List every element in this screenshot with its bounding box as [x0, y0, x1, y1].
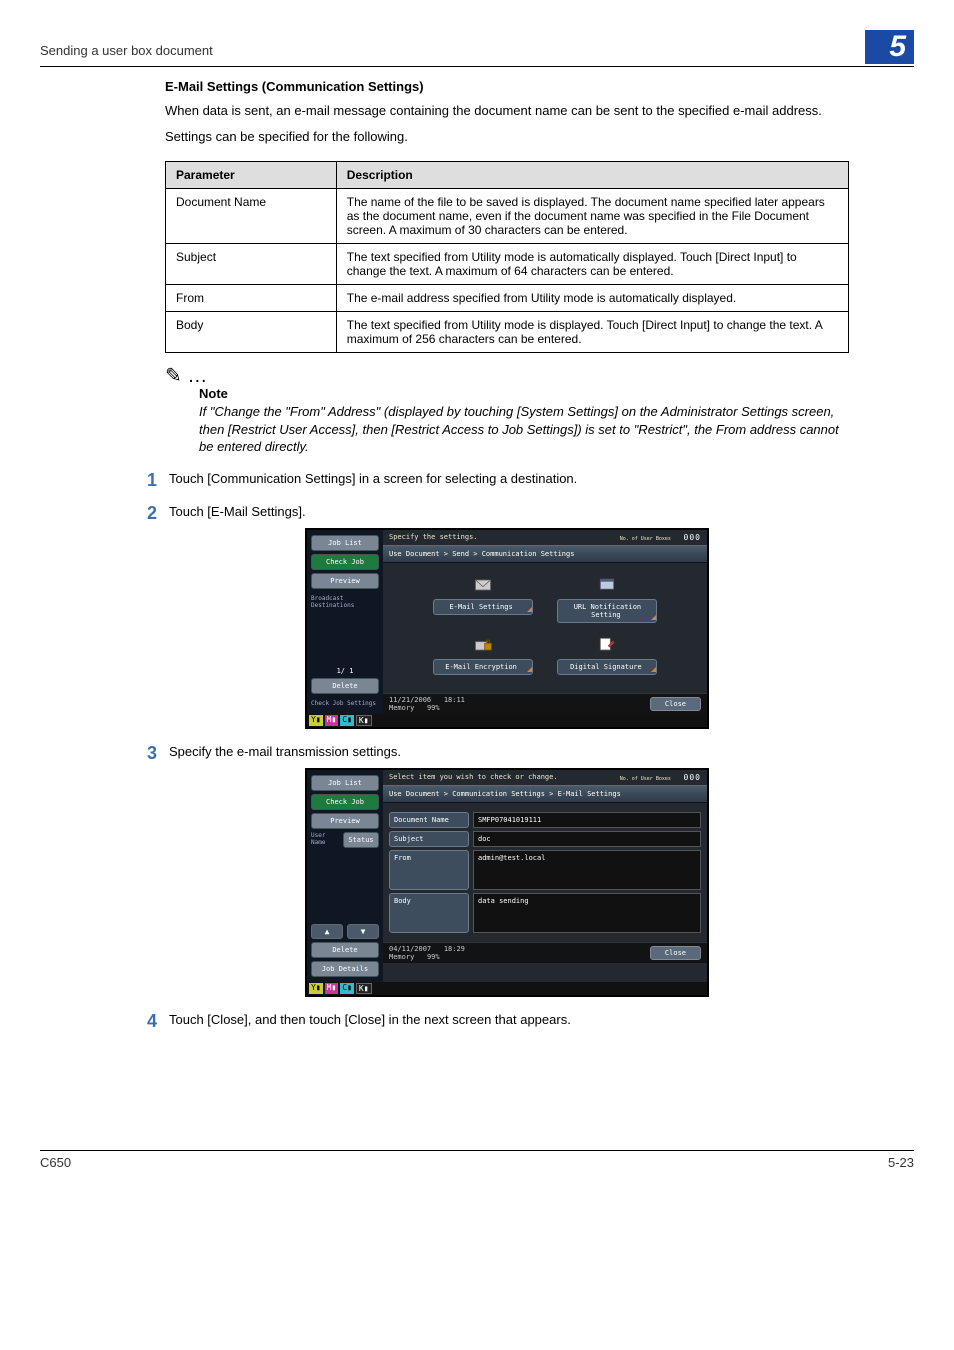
table-row: Document NameThe name of the file to be …: [166, 189, 849, 244]
note-label: Note: [199, 386, 849, 401]
screen-comm-settings: Job List Check Job Preview Broadcast Des…: [305, 528, 709, 729]
job-details-button[interactable]: Job Details: [311, 961, 379, 977]
footer-model: C650: [40, 1155, 71, 1170]
param-table: Parameter Description Document NameThe n…: [165, 161, 849, 353]
check-job-settings[interactable]: Check Job Settings: [311, 700, 379, 707]
step-3: Specify the e-mail transmission settings…: [169, 743, 849, 762]
user-name-col: User Name: [311, 832, 341, 848]
document-name-value: SMFP07041019111: [473, 812, 701, 828]
instruction-text: Specify the settings.: [389, 533, 478, 541]
page-indicator: 1/ 1: [309, 667, 381, 675]
foot-date: 11/21/2006: [389, 696, 431, 704]
screen-email-settings: Job List Check Job Preview User Name Sta…: [305, 768, 709, 997]
chapter-num: 5: [865, 30, 914, 64]
counter: 000: [684, 773, 701, 782]
up-button[interactable]: ▲: [311, 924, 343, 939]
breadcrumb: Use Document > Send > Communication Sett…: [383, 545, 707, 563]
from-value: admin@test.local: [473, 850, 701, 890]
foot-date: 04/11/2007: [389, 945, 431, 953]
status-col[interactable]: Status: [343, 832, 379, 848]
down-button[interactable]: ▼: [347, 924, 379, 939]
foot-mempct: 99%: [427, 953, 440, 961]
toner-statusbar: Y▮M▮C▮K▮: [307, 714, 707, 727]
document-name-button[interactable]: Document Name: [389, 812, 469, 828]
foot-mempct: 99%: [427, 704, 440, 712]
toner-statusbar: Y▮M▮C▮K▮: [307, 982, 707, 995]
step-num-4: 4: [127, 1011, 157, 1030]
step-num-3: 3: [127, 743, 157, 762]
subject-button[interactable]: Subject: [389, 831, 469, 847]
intro-2: Settings can be specified for the follow…: [165, 128, 849, 146]
broadcast-dest-label: Broadcast Destinations: [311, 595, 379, 609]
delete-button[interactable]: Delete: [311, 942, 379, 958]
note-text: If "Change the "From" Address" (displaye…: [199, 403, 849, 456]
note-icon: ✎ …: [165, 365, 207, 387]
step-num-1: 1: [127, 470, 157, 489]
url-notification-button[interactable]: URL Notification Setting: [557, 599, 657, 623]
from-button[interactable]: From: [389, 850, 469, 890]
table-row: FromThe e-mail address specified from Ut…: [166, 285, 849, 312]
counter-label: No. of User Boxes: [620, 776, 671, 782]
body-button[interactable]: Body: [389, 893, 469, 933]
email-settings-button[interactable]: E-Mail Settings: [433, 599, 533, 615]
email-encryption-button[interactable]: E-Mail Encryption: [433, 659, 533, 675]
lock-mail-icon: [472, 635, 494, 655]
digital-signature-button[interactable]: Digital Signature: [557, 659, 657, 675]
th-description: Description: [336, 162, 848, 189]
body-value: data sending: [473, 893, 701, 933]
check-job-button[interactable]: Check Job: [311, 794, 379, 810]
footer-page: 5-23: [888, 1155, 914, 1170]
preview-button[interactable]: Preview: [311, 573, 379, 589]
step-1: Touch [Communication Settings] in a scre…: [169, 470, 849, 489]
running-head: Sending a user box document: [40, 43, 213, 64]
job-list-button[interactable]: Job List: [311, 535, 379, 551]
url-icon: [596, 575, 618, 595]
instruction-text: Select item you wish to check or change.: [389, 773, 558, 781]
counter-label: No. of User Boxes: [620, 536, 671, 542]
th-parameter: Parameter: [166, 162, 337, 189]
signature-icon: [596, 635, 618, 655]
section-title: E-Mail Settings (Communication Settings): [165, 79, 849, 94]
mail-icon: [472, 575, 494, 595]
table-row: BodyThe text specified from Utility mode…: [166, 312, 849, 353]
step-2: Touch [E-Mail Settings].: [169, 503, 849, 522]
foot-time: 18:11: [444, 696, 465, 704]
preview-button[interactable]: Preview: [311, 813, 379, 829]
foot-time: 18:29: [444, 945, 465, 953]
breadcrumb: Use Document > Communication Settings > …: [383, 785, 707, 803]
job-list-button[interactable]: Job List: [311, 775, 379, 791]
foot-mem: Memory: [389, 704, 414, 712]
counter: 000: [684, 533, 701, 542]
delete-button[interactable]: Delete: [311, 678, 379, 694]
step-4: Touch [Close], and then touch [Close] in…: [169, 1011, 849, 1030]
subject-value: doc: [473, 831, 701, 847]
table-row: SubjectThe text specified from Utility m…: [166, 244, 849, 285]
close-button[interactable]: Close: [650, 946, 701, 960]
foot-mem: Memory: [389, 953, 414, 961]
intro-1: When data is sent, an e-mail message con…: [165, 102, 849, 120]
step-num-2: 2: [127, 503, 157, 522]
check-job-button[interactable]: Check Job: [311, 554, 379, 570]
close-button[interactable]: Close: [650, 697, 701, 711]
